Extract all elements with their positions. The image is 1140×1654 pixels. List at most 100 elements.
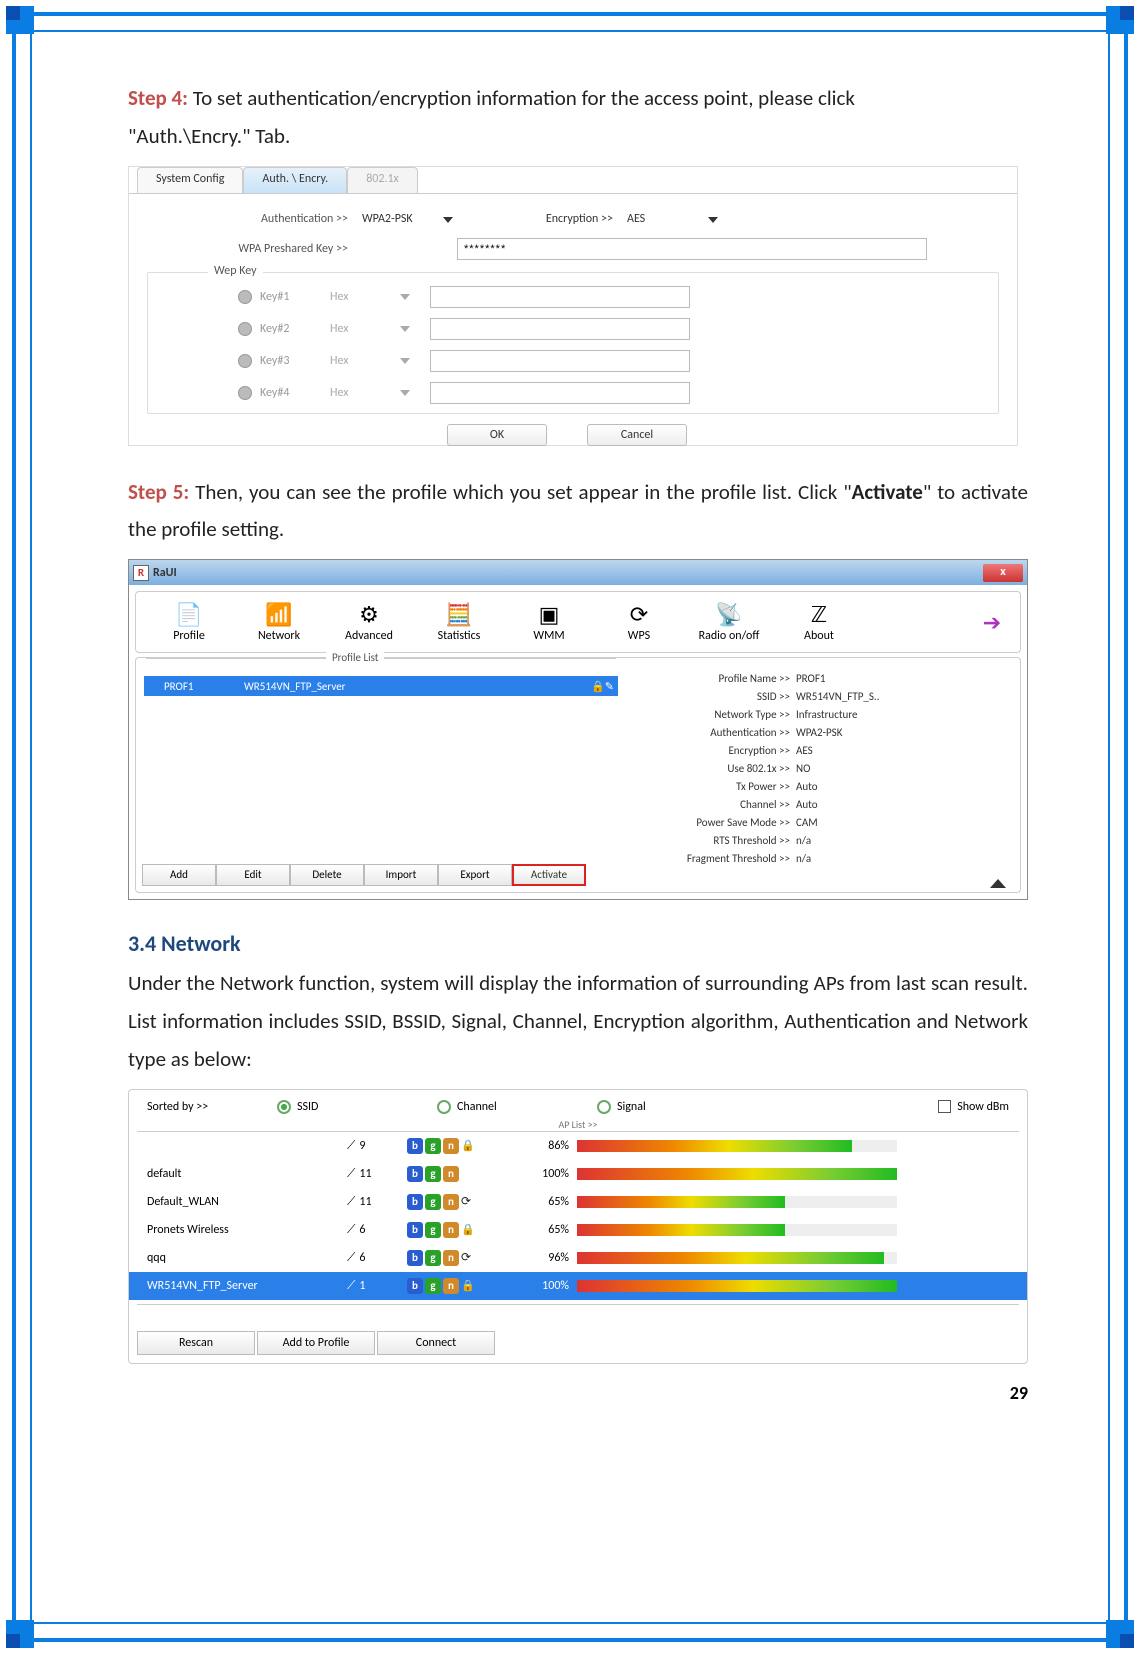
network-panel: Sorted by >> SSID Channel Signal Show dB… [128, 1089, 1028, 1364]
toolbar-icon: ⚙ [353, 601, 385, 627]
ap-channel: ⟋6 [347, 1251, 407, 1265]
wep-type-dropdown[interactable]: Hex [330, 290, 400, 304]
sort-signal[interactable]: Signal [597, 1100, 717, 1114]
antenna-icon: ⟋ [347, 1195, 355, 1209]
close-button[interactable]: x [983, 564, 1023, 582]
arrow-right-icon[interactable]: ➔ [980, 610, 1004, 634]
label-authentication: Authentication >> [147, 212, 362, 226]
toolbar-label: Statistics [438, 629, 481, 643]
activate-button[interactable]: Activate [512, 864, 586, 886]
ap-signal-pct: 65% [527, 1223, 577, 1237]
ap-row[interactable]: Pronets Wireless ⟋6 bgn🔒 65% [129, 1216, 1027, 1244]
sort-channel[interactable]: Channel [437, 1100, 597, 1114]
corner-decoration [1106, 6, 1134, 34]
wep-key-input[interactable] [430, 350, 690, 372]
label-encryption: Encryption >> [517, 212, 627, 226]
dropdown-value: AES [627, 212, 645, 226]
chevron-down-icon [400, 358, 410, 364]
radio-icon[interactable] [238, 386, 252, 400]
label-wpa-psk: WPA Preshared Key >> [147, 242, 362, 256]
wep-key-row: Key#3 Hex [148, 345, 998, 377]
detail-key: Fragment Threshold >> [636, 852, 796, 870]
toolbar-label: About [804, 629, 834, 643]
toolbar-label: WPS [628, 629, 650, 643]
ap-modes: bgn⟳ [407, 1250, 527, 1266]
toolbar-item-wps[interactable]: ⟳ WPS [594, 601, 684, 643]
wep-type-dropdown[interactable]: Hex [330, 354, 400, 368]
wep-key-input[interactable] [430, 286, 690, 308]
ap-ssid: Pronets Wireless [147, 1223, 347, 1237]
detail-row: Encryption >> AES [636, 744, 1010, 762]
ap-signal-pct: 65% [527, 1195, 577, 1209]
delete-button[interactable]: Delete [290, 864, 364, 886]
toolbar-item-network[interactable]: 📶 Network [234, 601, 324, 643]
add-to-profile-button[interactable]: Add to Profile [257, 1331, 375, 1355]
lock-icon: 🔒✎ [591, 680, 614, 693]
ap-modes: bgn🔒 [407, 1138, 527, 1154]
show-dbm-checkbox[interactable]: Show dBm [938, 1100, 1009, 1114]
section-body: Under the Network function, system will … [128, 965, 1028, 1078]
radio-icon[interactable] [238, 290, 252, 304]
dropdown-authentication[interactable]: WPA2-PSK [362, 208, 457, 230]
toolbar-item-radio-on-off[interactable]: 📡 Radio on/off [684, 601, 774, 643]
add-button[interactable]: Add [142, 864, 216, 886]
cancel-button[interactable]: Cancel [587, 424, 687, 446]
detail-row: RTS Threshold >> n/a [636, 834, 1010, 852]
tab-auth-encry[interactable]: Auth. \ Encry. [243, 167, 347, 193]
ap-row[interactable]: WR514VN_FTP_Server ⟋1 bgn🔒 100% [129, 1272, 1027, 1300]
profile-details: Profile Name >> PROF1 SSID >> WR514VN_FT… [626, 658, 1020, 892]
sort-ssid[interactable]: SSID [277, 1100, 437, 1114]
toolbar-item-about[interactable]: ℤ About [774, 601, 864, 643]
detail-row: Network Type >> Infrastructure [636, 708, 1010, 726]
wep-key-input[interactable] [430, 382, 690, 404]
tab-system-config[interactable]: System Config [137, 167, 243, 193]
ap-row[interactable]: ⟋9 bgn🔒 86% [129, 1132, 1027, 1160]
mode-g-icon: g [425, 1194, 441, 1210]
radio-icon[interactable] [238, 322, 252, 336]
main-toolbar: 📄 Profile 📶 Network ⚙ Advanced 🧮 Statist… [135, 591, 1021, 653]
toolbar-item-wmm[interactable]: ▣ WMM [504, 601, 594, 643]
wep-type-dropdown[interactable]: Hex [330, 322, 400, 336]
ok-button[interactable]: OK [447, 424, 547, 446]
tab-8021x[interactable]: 802.1x [347, 167, 418, 193]
rescan-button[interactable]: Rescan [137, 1331, 255, 1355]
wep-key-row: Key#4 Hex [148, 377, 998, 409]
radio-icon[interactable] [238, 354, 252, 368]
mode-b-icon: b [407, 1138, 423, 1154]
detail-value: n/a [796, 834, 811, 852]
expand-up-icon[interactable] [990, 879, 1006, 888]
step5-label: Step 5: [128, 479, 189, 505]
radio-icon [597, 1100, 611, 1114]
import-button[interactable]: Import [364, 864, 438, 886]
detail-row: Use 802.1x >> NO [636, 762, 1010, 780]
ap-channel: ⟋1 [347, 1279, 407, 1293]
signal-bar [577, 1140, 897, 1152]
input-wpa-psk[interactable] [457, 238, 927, 260]
detail-value: WR514VN_FTP_S.. [796, 690, 880, 708]
wep-key-input[interactable] [430, 318, 690, 340]
toolbar-label: Network [258, 629, 300, 643]
step4-label: Step 4: [128, 85, 188, 111]
chevron-down-icon [400, 390, 410, 396]
ap-row[interactable]: qqq ⟋6 bgn⟳ 96% [129, 1244, 1027, 1272]
toolbar-item-statistics[interactable]: 🧮 Statistics [414, 601, 504, 643]
profile-row-selected[interactable]: PROF1 WR514VN_FTP_Server 🔒✎ [144, 676, 618, 696]
radio-icon [437, 1100, 451, 1114]
toolbar-item-profile[interactable]: 📄 Profile [144, 601, 234, 643]
wep-type-dropdown[interactable]: Hex [330, 386, 400, 400]
toolbar-item-advanced[interactable]: ⚙ Advanced [324, 601, 414, 643]
chevron-down-icon [400, 326, 410, 332]
edit-button[interactable]: Edit [216, 864, 290, 886]
dropdown-encryption[interactable]: AES [627, 208, 722, 230]
connect-button[interactable]: Connect [377, 1331, 495, 1355]
refresh-icon: ⟳ [461, 1194, 475, 1209]
auth-encry-dialog: System Config Auth. \ Encry. 802.1x Auth… [128, 166, 1018, 446]
export-button[interactable]: Export [438, 864, 512, 886]
detail-row: Channel >> Auto [636, 798, 1010, 816]
ap-row[interactable]: default ⟋11 bgn 100% [129, 1160, 1027, 1188]
mode-b-icon: b [407, 1194, 423, 1210]
toolbar-icon: ℤ [803, 601, 835, 627]
detail-value: Auto [796, 780, 818, 798]
ap-row[interactable]: Default_WLAN ⟋11 bgn⟳ 65% [129, 1188, 1027, 1216]
toolbar-icon: 📄 [173, 601, 205, 627]
